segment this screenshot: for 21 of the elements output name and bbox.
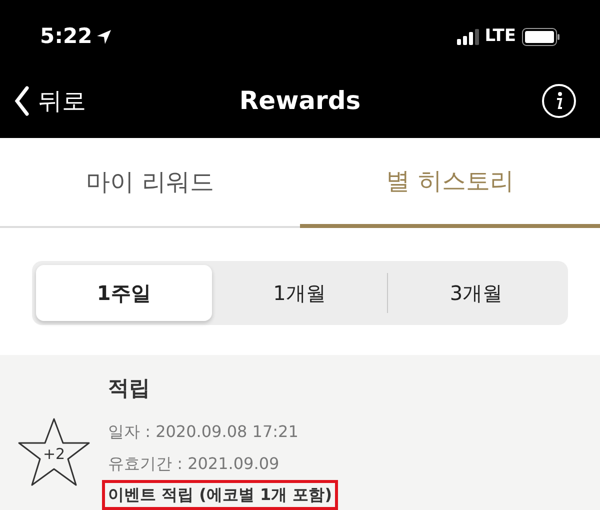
battery-icon — [522, 28, 560, 46]
signal-icon — [456, 29, 479, 46]
tab[interactable]: 별 히스토리 — [300, 138, 600, 228]
entry-date: 일자 : 2020.09.08 17:21 — [108, 421, 300, 443]
page-title: Rewards — [239, 85, 361, 118]
network-label: LTE — [484, 25, 516, 48]
back-button[interactable]: 뒤로 — [14, 83, 86, 120]
period-option[interactable]: 3개월 — [388, 264, 564, 320]
info-icon — [554, 91, 564, 112]
entry-title: 적립 — [108, 374, 151, 402]
period-option[interactable]: 1주일 — [36, 264, 212, 320]
period-option[interactable]: 1개월 — [212, 264, 388, 320]
entry-expiry: 유효기간 : 2021.09.09 — [108, 453, 280, 475]
location-arrow-icon — [96, 29, 112, 46]
chevron-left-icon — [14, 85, 30, 118]
star-count: +2 — [42, 444, 66, 466]
info-button[interactable] — [542, 84, 576, 118]
tab[interactable]: 마이 리워드 — [0, 138, 300, 226]
star-icon — [17, 416, 91, 486]
entry-note: 이벤트 적립 (에코별 1개 포함) — [102, 480, 338, 510]
clock: 5:22 — [40, 23, 92, 50]
